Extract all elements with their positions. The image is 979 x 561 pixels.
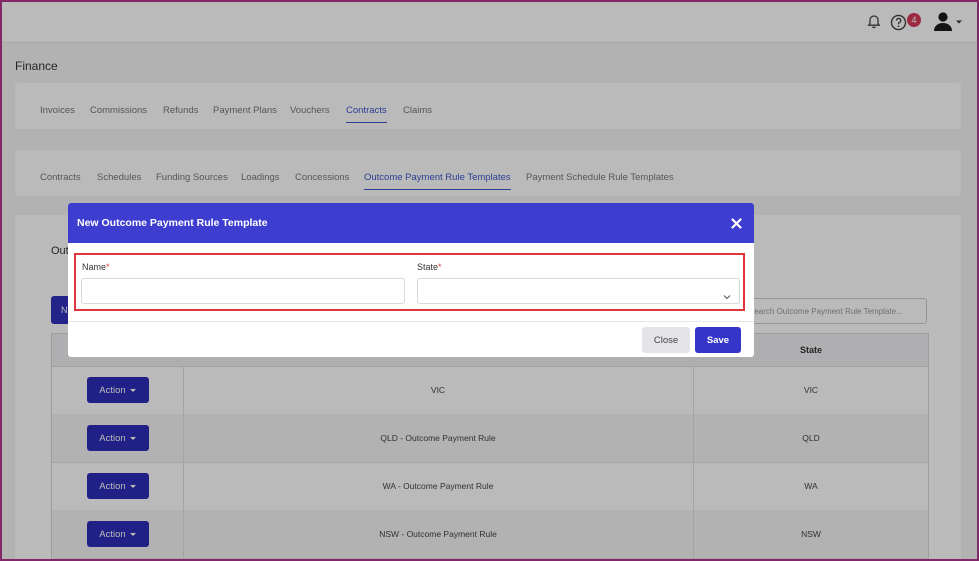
save-button[interactable]: Save xyxy=(695,327,741,353)
required-marker: * xyxy=(438,262,442,272)
name-input[interactable] xyxy=(81,278,405,304)
new-template-modal: New Outcome Payment Rule Template Name* … xyxy=(68,203,754,357)
modal-title: New Outcome Payment Rule Template xyxy=(77,217,268,229)
state-select[interactable] xyxy=(417,278,740,304)
name-label: Name* xyxy=(82,262,110,272)
close-icon[interactable] xyxy=(728,215,744,231)
chevron-down-icon xyxy=(723,287,731,305)
modal-divider xyxy=(68,321,754,322)
close-button[interactable]: Close xyxy=(642,327,690,353)
modal-header: New Outcome Payment Rule Template xyxy=(68,203,754,243)
state-label: State* xyxy=(417,262,442,272)
required-marker: * xyxy=(106,262,110,272)
